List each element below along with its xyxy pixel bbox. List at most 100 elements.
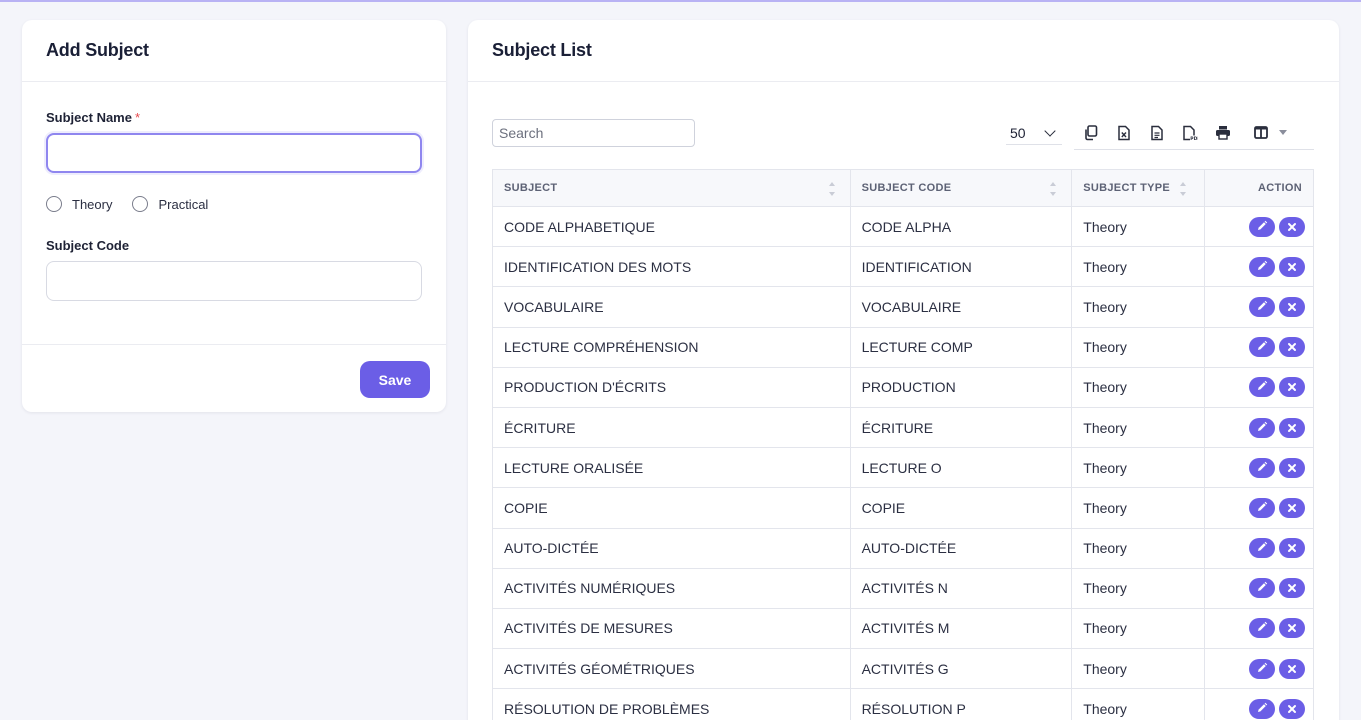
cell-subject-type: Theory xyxy=(1071,246,1206,288)
column-header-subject-code[interactable]: SUBJECT CODE xyxy=(849,169,1073,207)
cell-subject: IDENTIFICATION DES MOTS xyxy=(492,246,851,288)
cell-subject: LECTURE ORALISÉE xyxy=(492,447,851,489)
column-header-label: SUBJECT TYPE xyxy=(1083,182,1170,194)
subject-name-label: Subject Name * xyxy=(46,110,140,125)
table-row: ÉCRITURE ÉCRITURE Theory xyxy=(492,406,1314,449)
cell-subject-type: Theory xyxy=(1071,326,1206,368)
delete-button[interactable] xyxy=(1279,216,1305,237)
cell-subject: CODE ALPHABETIQUE xyxy=(492,205,851,248)
cell-subject-type: Theory xyxy=(1071,406,1206,449)
cell-action xyxy=(1204,366,1314,408)
excel-icon[interactable] xyxy=(1107,118,1140,148)
subject-code-input[interactable] xyxy=(46,261,422,301)
cell-subject: ACTIVITÉS NUMÉRIQUES xyxy=(492,567,851,609)
cell-subject-code: ACTIVITÉS N xyxy=(849,567,1073,609)
delete-button[interactable] xyxy=(1279,497,1305,518)
delete-button[interactable] xyxy=(1279,377,1305,398)
cell-subject-code: CODE ALPHA xyxy=(849,205,1073,248)
column-header-subject[interactable]: SUBJECT xyxy=(492,169,851,207)
edit-button[interactable] xyxy=(1249,698,1275,719)
cell-subject-type: Theory xyxy=(1071,567,1206,609)
edit-button[interactable] xyxy=(1249,296,1275,317)
delete-button[interactable] xyxy=(1279,578,1305,599)
add-subject-title: Add Subject xyxy=(46,40,149,60)
close-icon xyxy=(1287,500,1297,516)
column-visibility-button[interactable] xyxy=(1240,118,1296,148)
print-icon[interactable] xyxy=(1206,118,1239,148)
edit-button[interactable] xyxy=(1249,578,1275,599)
close-icon xyxy=(1287,379,1297,395)
delete-button[interactable] xyxy=(1279,256,1305,277)
pencil-icon xyxy=(1256,500,1268,516)
edit-button[interactable] xyxy=(1249,417,1275,438)
table-row: LECTURE ORALISÉE LECTURE O Theory xyxy=(492,447,1314,489)
cell-action xyxy=(1204,688,1314,720)
column-header-action: ACTION xyxy=(1204,169,1314,207)
practical-radio[interactable] xyxy=(132,196,149,212)
edit-button[interactable] xyxy=(1249,377,1275,398)
cell-action xyxy=(1204,246,1314,288)
cell-subject-code: ACTIVITÉS M xyxy=(849,607,1073,650)
cell-subject-code: LECTURE COMP xyxy=(849,326,1073,368)
subject-code-label: Subject Code xyxy=(46,238,130,253)
close-icon xyxy=(1287,420,1297,436)
pencil-icon xyxy=(1256,299,1268,315)
search-input[interactable]: Search xyxy=(492,119,695,147)
cell-subject-code: RÉSOLUTION P xyxy=(849,688,1073,720)
delete-button[interactable] xyxy=(1279,337,1305,358)
pencil-icon xyxy=(1256,701,1268,717)
sort-icon xyxy=(828,182,835,196)
cell-subject-code: ACTIVITÉS G xyxy=(849,648,1073,690)
delete-button[interactable] xyxy=(1279,538,1305,559)
cell-subject-type: Theory xyxy=(1071,286,1206,328)
edit-button[interactable] xyxy=(1249,337,1275,358)
copy-icon[interactable] xyxy=(1074,118,1107,148)
cell-action xyxy=(1204,205,1314,248)
close-icon xyxy=(1287,620,1297,636)
theory-radio-label[interactable]: Theory xyxy=(72,197,112,212)
delete-button[interactable] xyxy=(1279,417,1305,438)
cell-subject: ÉCRITURE xyxy=(492,406,851,449)
column-header-subject-type[interactable]: SUBJECT TYPE xyxy=(1071,169,1206,207)
practical-radio-label[interactable]: Practical xyxy=(158,197,208,212)
edit-button[interactable] xyxy=(1249,618,1275,639)
csv-icon[interactable] xyxy=(1140,118,1173,148)
theory-radio[interactable] xyxy=(46,196,62,212)
table-row: VOCABULAIRE VOCABULAIRE Theory xyxy=(492,286,1314,328)
add-subject-card: Add Subject Subject Name * Theory Practic… xyxy=(22,20,446,412)
pdf-icon[interactable]: PDF xyxy=(1173,118,1206,148)
add-subject-header: Add Subject xyxy=(22,20,446,82)
per-page-select[interactable]: 50 xyxy=(1006,121,1062,145)
cell-action xyxy=(1204,648,1314,690)
table-row: CODE ALPHABETIQUE CODE ALPHA Theory xyxy=(492,205,1314,248)
subject-name-input[interactable] xyxy=(46,133,422,173)
edit-button[interactable] xyxy=(1249,457,1275,478)
table-row: AUTO-DICTÉE AUTO-DICTÉE Theory xyxy=(492,527,1314,569)
cell-subject-type: Theory xyxy=(1071,366,1206,408)
delete-button[interactable] xyxy=(1279,698,1305,719)
cell-subject-code: IDENTIFICATION xyxy=(849,246,1073,288)
cell-subject-code: COPIE xyxy=(849,487,1073,529)
pencil-icon xyxy=(1256,620,1268,636)
delete-button[interactable] xyxy=(1279,457,1305,478)
export-toolbar: PDF xyxy=(1074,116,1314,150)
edit-button[interactable] xyxy=(1249,216,1275,237)
table-row: COPIE COPIE Theory xyxy=(492,487,1314,529)
close-icon xyxy=(1287,540,1297,556)
edit-button[interactable] xyxy=(1249,497,1275,518)
edit-button[interactable] xyxy=(1249,256,1275,277)
edit-button[interactable] xyxy=(1249,538,1275,559)
table-row: ACTIVITÉS DE MESURES ACTIVITÉS M Theory xyxy=(492,607,1314,650)
delete-button[interactable] xyxy=(1279,296,1305,317)
delete-button[interactable] xyxy=(1279,618,1305,639)
pencil-icon xyxy=(1256,580,1268,596)
cell-action xyxy=(1204,326,1314,368)
pencil-icon xyxy=(1256,259,1268,275)
subject-list-header: Subject List xyxy=(468,20,1339,82)
close-icon xyxy=(1287,701,1297,717)
pencil-icon xyxy=(1256,379,1268,395)
save-button[interactable]: Save xyxy=(360,361,430,398)
pencil-icon xyxy=(1256,460,1268,476)
delete-button[interactable] xyxy=(1279,658,1305,679)
edit-button[interactable] xyxy=(1249,658,1275,679)
